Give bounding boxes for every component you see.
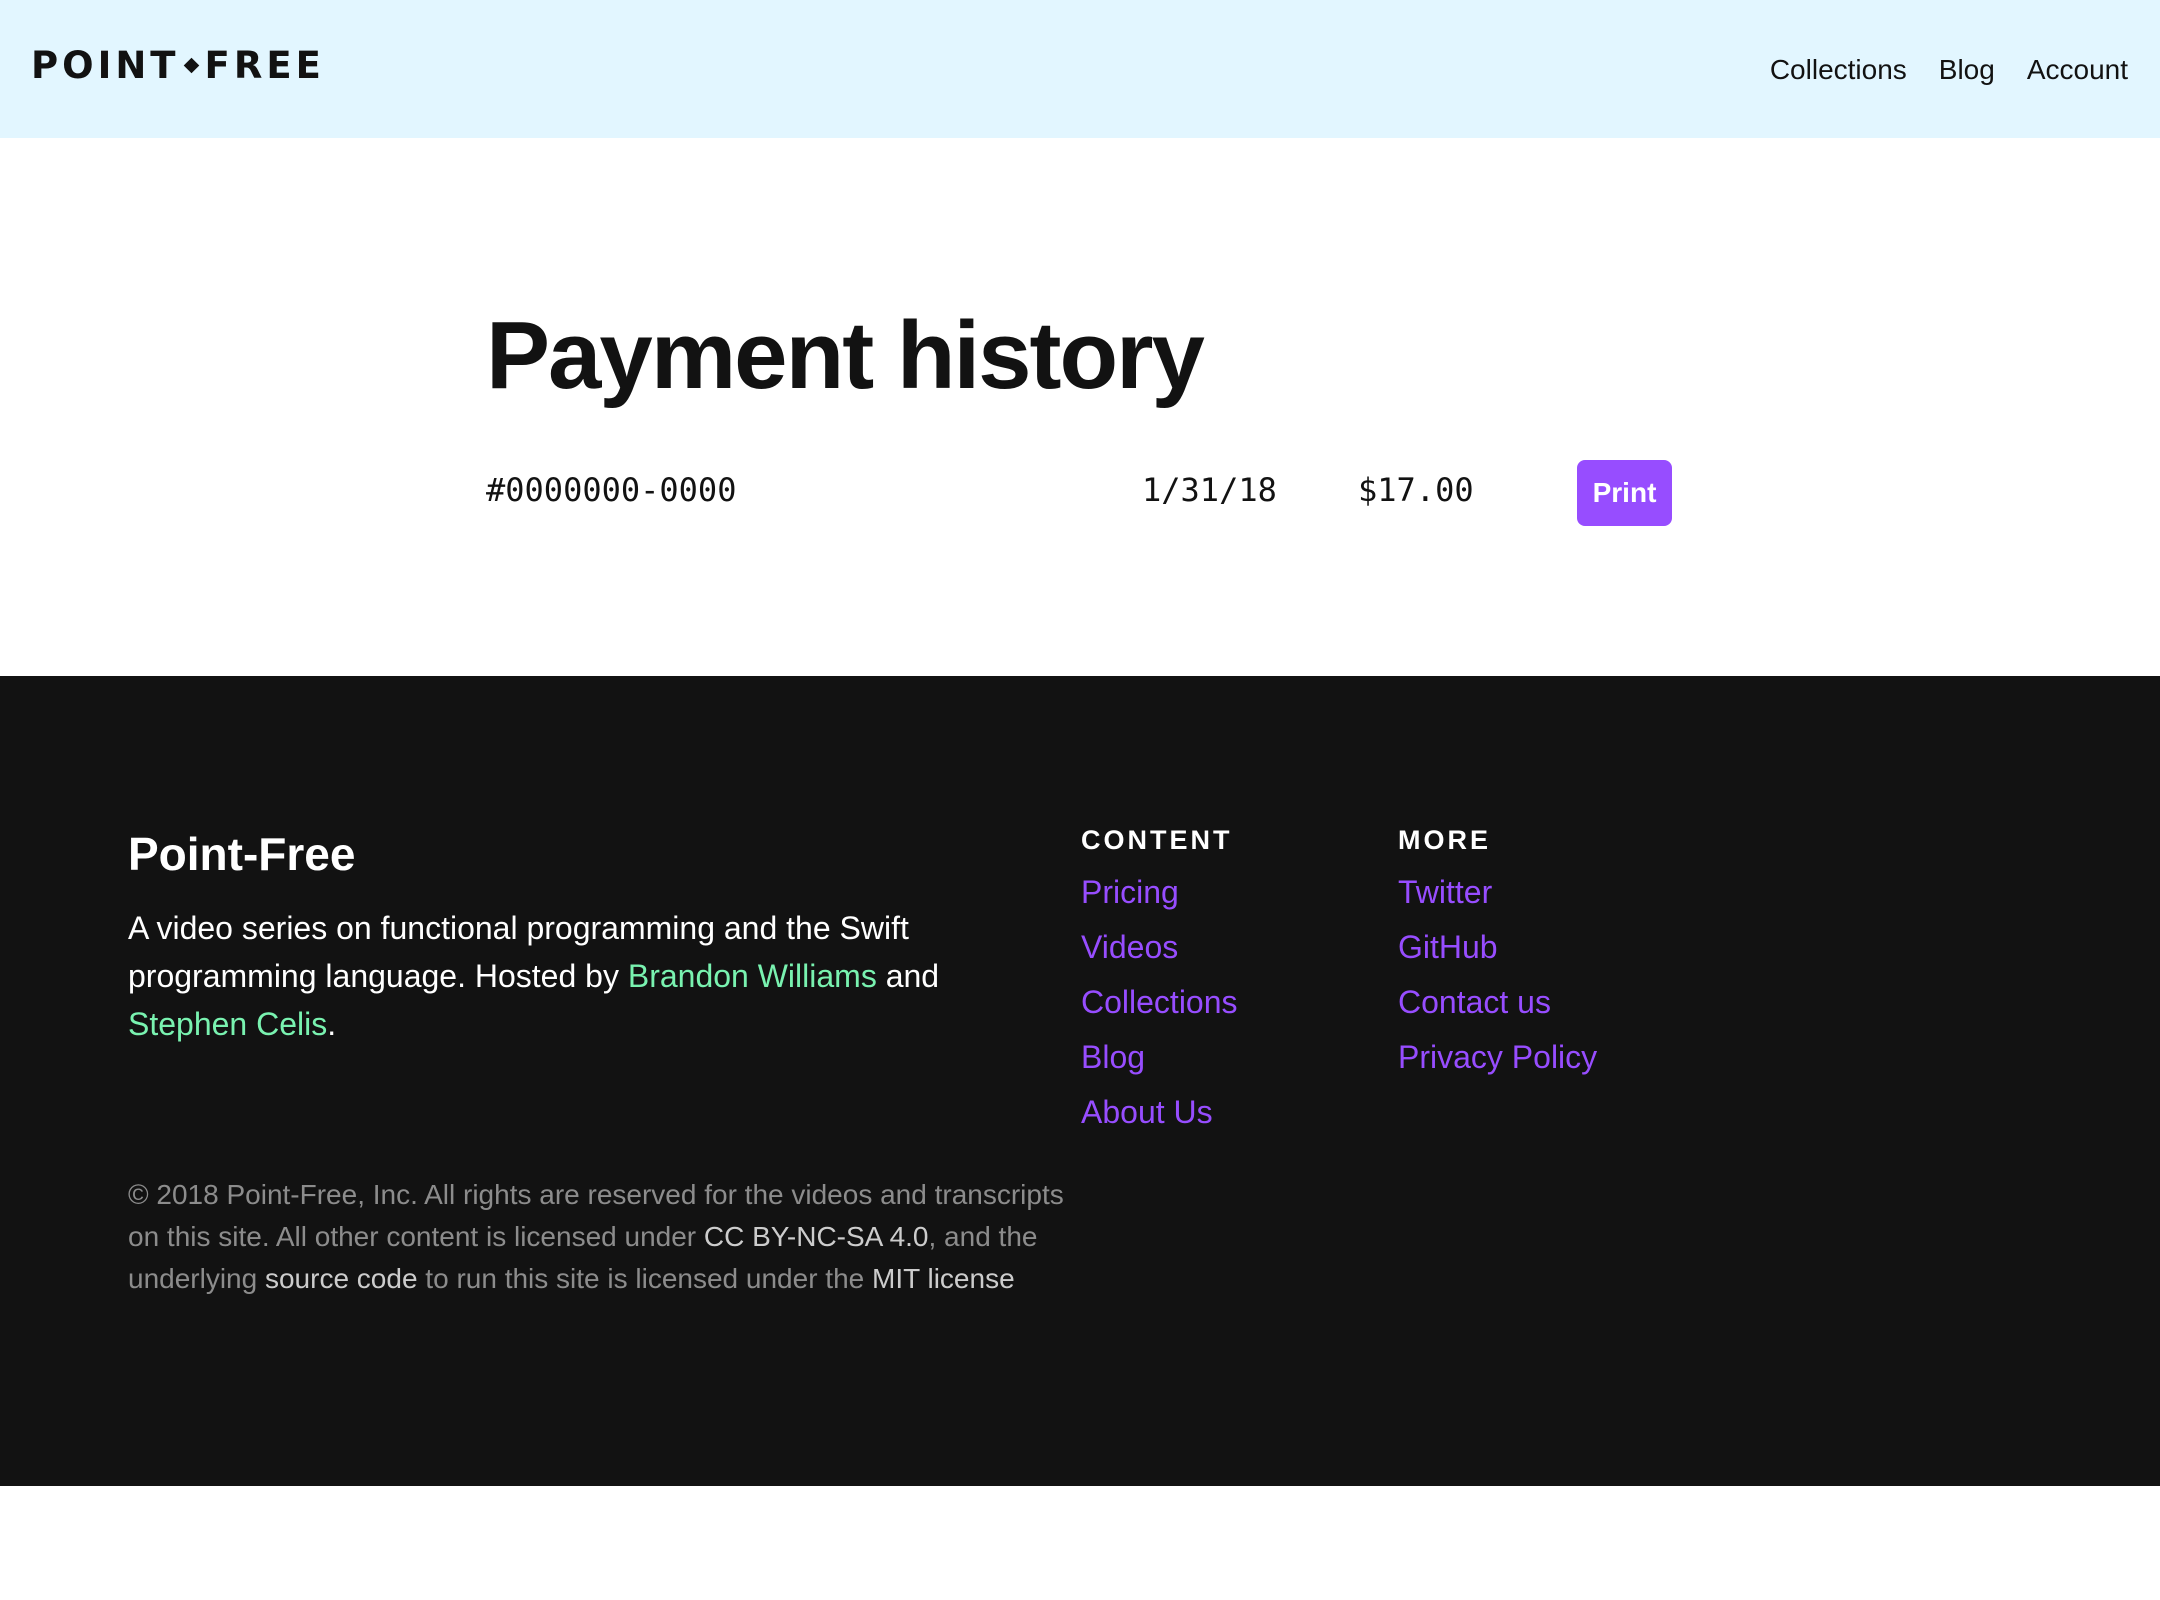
source-code-link[interactable]: source code: [265, 1263, 418, 1294]
nav-collections-link[interactable]: Collections: [1770, 50, 1907, 90]
more-heading: MORE: [1398, 825, 1491, 855]
cc-license-link[interactable]: CC BY-NC-SA 4.0: [704, 1221, 929, 1252]
footer-desc-end: .: [327, 1006, 337, 1042]
footer-twitter-link[interactable]: Twitter: [1398, 874, 1492, 910]
footer-legal-text: © 2018 Point-Free, Inc. All rights are r…: [128, 1174, 1078, 1300]
footer-content-column: CONTENT Pricing Videos Collections Blog …: [1081, 820, 1238, 1143]
footer-videos-link[interactable]: Videos: [1081, 929, 1178, 965]
content-heading: CONTENT: [1081, 825, 1233, 855]
invoice-id: #0000000-0000: [486, 471, 737, 509]
site-footer: Point-Free A video series on functional …: [0, 676, 2160, 1486]
payment-row: #0000000-0000 1/31/18 $17.00 Print: [486, 460, 1676, 526]
logo-text-left: POINT: [31, 44, 180, 87]
logo-text-right: FREE: [204, 44, 325, 87]
payment-amount: $17.00: [1358, 471, 1474, 509]
footer-description: A video series on functional programming…: [128, 904, 978, 1048]
footer-pricing-link[interactable]: Pricing: [1081, 874, 1179, 910]
payment-date: 1/31/18: [1142, 471, 1277, 509]
top-nav-bar: POINT FREE Collections Blog Account: [0, 0, 2160, 138]
footer-contact-link[interactable]: Contact us: [1398, 984, 1551, 1020]
point-free-logo[interactable]: POINT FREE: [31, 44, 325, 87]
nav-blog-link[interactable]: Blog: [1939, 50, 1995, 90]
mit-license-link[interactable]: MIT license: [872, 1263, 1015, 1294]
page-title: Payment history: [486, 302, 1205, 409]
footer-brand-title: Point-Free: [128, 828, 356, 880]
footer-more-column: MORE Twitter GitHub Contact us Privacy P…: [1398, 820, 1597, 1088]
footer-desc-and: and: [876, 958, 940, 994]
footer-github-link[interactable]: GitHub: [1398, 929, 1498, 965]
host-brandon-link[interactable]: Brandon Williams: [628, 958, 877, 994]
footer-about-link[interactable]: About Us: [1081, 1094, 1213, 1130]
logo-diamond-icon: [183, 57, 199, 74]
footer-collections-link[interactable]: Collections: [1081, 984, 1238, 1020]
print-button[interactable]: Print: [1577, 460, 1672, 526]
host-stephen-link[interactable]: Stephen Celis: [128, 1006, 327, 1042]
main-nav: Collections Blog Account: [1770, 50, 2128, 90]
footer-privacy-link[interactable]: Privacy Policy: [1398, 1039, 1597, 1075]
footer-blog-link[interactable]: Blog: [1081, 1039, 1145, 1075]
nav-account-link[interactable]: Account: [2027, 50, 2128, 90]
legal-text-3: to run this site is licensed under the: [417, 1263, 872, 1294]
